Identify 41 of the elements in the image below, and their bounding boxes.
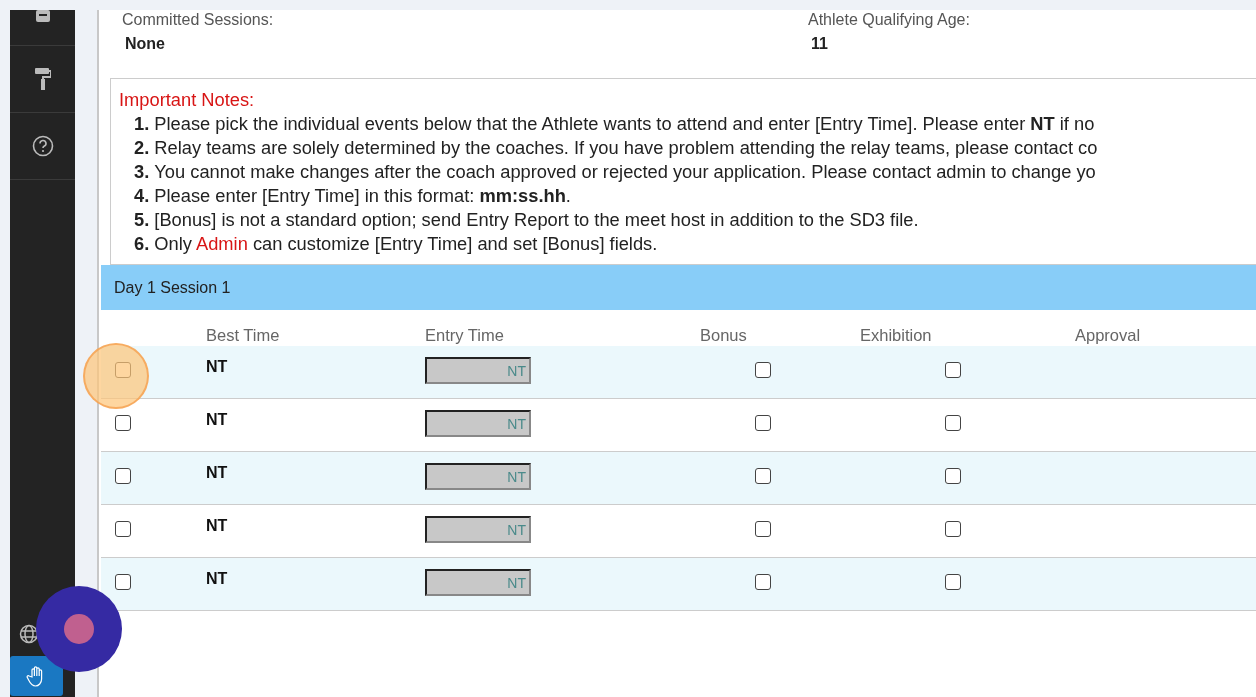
column-header: Bonus (699, 326, 748, 346)
exhibition-checkbox[interactable] (945, 574, 961, 590)
exhibition-checkbox[interactable] (945, 521, 961, 537)
note-text: 6. Only Admin can customize [Entry Time] and set [Bonus] fields. (134, 233, 658, 254)
note-text: 4. Please enter [Entry Time] in this format: mm:ss.hh. (134, 185, 571, 206)
note-text: 3. You cannot make changes after the coach approved or rejected your application. Please contact admin to change yo (134, 161, 1096, 182)
exhibition-checkbox[interactable] (945, 415, 961, 431)
bonus-checkbox[interactable] (755, 415, 771, 431)
field-value: None (125, 35, 166, 53)
bonus-checkbox[interactable] (755, 521, 771, 537)
session-title: Day 1 Session 1 (114, 278, 231, 297)
best-time: NT (206, 358, 228, 375)
column-header: Best Time (206, 326, 281, 346)
bonus-checkbox[interactable] (755, 362, 771, 378)
bonus-checkbox[interactable] (755, 574, 771, 590)
bonus-checkbox[interactable] (755, 468, 771, 484)
exhibition-checkbox[interactable] (945, 362, 961, 378)
column-header: Approval (1074, 326, 1142, 346)
exhibition-checkbox[interactable] (945, 468, 961, 484)
note-text: 5. [Bonus] is not a standard option; send Entry Report to the meet host in addition to the SD3 file. (134, 209, 919, 230)
row-checkbox[interactable] (115, 574, 131, 590)
globe-icon[interactable] (18, 624, 39, 644)
best-time: NT (206, 411, 228, 428)
row-checkbox[interactable] (115, 521, 131, 537)
row-checkbox[interactable] (115, 468, 131, 484)
best-time: NT (206, 570, 228, 587)
best-time: NT (206, 464, 228, 481)
column-header: Exhibition (859, 326, 933, 346)
note-text: 1. Please pick the individual events below that the Athlete wants to attend and enter [Entry Time]. Please enter NT if no (134, 113, 1095, 134)
field-value: 11 (811, 35, 829, 53)
document-icon[interactable] (34, 10, 51, 23)
field-label: Athlete Qualifying Age: (808, 11, 970, 29)
note-text: 2. Relay teams are solely determined by the coaches. If you have problem attending the relay teams, please contact co (134, 137, 1098, 158)
column-header: Entry Time (425, 326, 505, 346)
help-icon[interactable] (31, 135, 54, 157)
best-time: NT (206, 517, 228, 534)
field-label: Committed Sessions: (122, 11, 275, 29)
row-checkbox[interactable] (115, 415, 131, 431)
hand-button[interactable] (10, 656, 63, 696)
paint-roller-icon[interactable] (34, 68, 51, 90)
notes-title: Important Notes: (119, 88, 256, 112)
